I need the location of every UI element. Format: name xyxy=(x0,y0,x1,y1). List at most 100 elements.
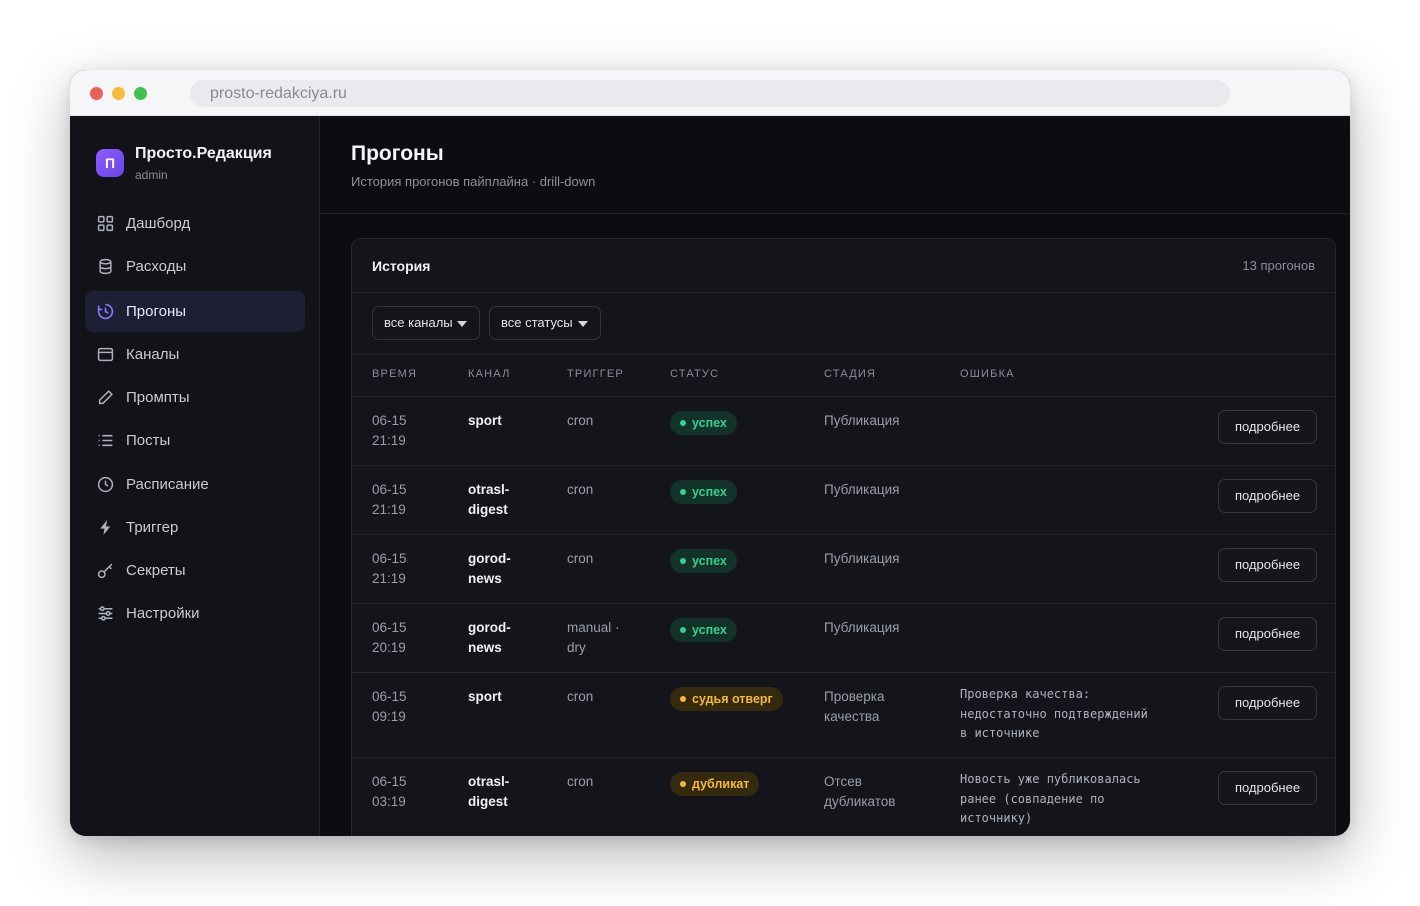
channel-cell: sport xyxy=(468,413,502,428)
trigger-cell: cron xyxy=(567,774,594,789)
page-header: Прогоны История прогонов пайплайна · dri… xyxy=(320,116,1350,214)
channel-filter-select[interactable]: все каналы xyxy=(372,306,480,340)
details-button[interactable]: подробнее xyxy=(1218,617,1317,651)
table-row[interactable]: 06-15 21:19 gorod-news cron успех Публика… xyxy=(352,534,1335,603)
sidebar-item-label: Посты xyxy=(126,432,171,449)
table-row[interactable]: 06-15 20:19 gorod-news manual · dry успех … xyxy=(352,603,1335,672)
chevron-down-icon xyxy=(457,321,467,327)
minimize-window-button[interactable] xyxy=(112,87,125,100)
table-row[interactable]: 06-15 09:19 sport cron судья отверг Прове… xyxy=(352,672,1335,757)
column-header-status[interactable]: СТАТУС xyxy=(670,368,719,380)
time-cell: 06-15 21:19 xyxy=(372,482,407,517)
sidebar-item-label: Дашборд xyxy=(126,215,191,232)
maximize-window-button[interactable] xyxy=(134,87,147,100)
page-title: Прогоны xyxy=(351,142,444,165)
stage-cell: Проверка качества xyxy=(824,689,885,724)
sidebar-item-posts[interactable]: Посты xyxy=(85,420,305,461)
pencil-icon xyxy=(98,390,113,405)
clock-icon xyxy=(97,476,114,493)
window-icon xyxy=(97,347,114,362)
column-header-time[interactable]: ВРЕМЯ xyxy=(372,368,417,380)
sliders-icon xyxy=(98,606,113,621)
main-content: Прогоны История прогонов пайплайна · dri… xyxy=(320,116,1350,836)
sidebar-item-label: Триггер xyxy=(126,519,179,536)
details-button[interactable]: подробнее xyxy=(1218,771,1317,805)
time-cell: 06-15 21:19 xyxy=(372,413,407,448)
stage-cell: Отсев дубликатов xyxy=(824,774,896,809)
history-card: История 13 прогонов все каналы все стату… xyxy=(351,238,1336,836)
time-cell: 06-15 03:19 xyxy=(372,774,407,809)
details-button[interactable]: подробнее xyxy=(1218,548,1317,582)
chevron-down-icon xyxy=(578,321,588,327)
trigger-cell: manual · dry xyxy=(567,620,620,655)
channel-cell: otrasl-digest xyxy=(468,774,510,809)
channel-cell: gorod-news xyxy=(468,551,511,586)
sidebar: П Просто.Редакция admin Дашборд Расходы … xyxy=(70,116,320,836)
sidebar-item-label: Прогоны xyxy=(126,303,187,320)
grid-icon xyxy=(97,215,114,232)
details-button[interactable]: подробнее xyxy=(1218,686,1317,720)
database-icon xyxy=(99,258,112,275)
status-badge: успех xyxy=(670,480,737,504)
channel-cell: otrasl-digest xyxy=(468,482,510,517)
trigger-cell: cron xyxy=(567,689,594,704)
sidebar-item-schedule[interactable]: Расписание xyxy=(85,464,305,505)
sidebar-item-channels[interactable]: Каналы xyxy=(85,334,305,375)
sidebar-item-expenses[interactable]: Расходы xyxy=(85,246,305,287)
status-badge: судья отверг xyxy=(670,687,783,711)
channel-cell: gorod-news xyxy=(468,620,511,655)
sidebar-item-settings[interactable]: Настройки xyxy=(85,593,305,634)
lightning-icon xyxy=(100,520,111,535)
status-badge: успех xyxy=(670,549,737,573)
time-cell: 06-15 21:19 xyxy=(372,551,407,586)
close-window-button[interactable] xyxy=(90,87,103,100)
divider xyxy=(352,354,1335,355)
brand-role: admin xyxy=(135,168,168,182)
runs-count: 13 прогонов xyxy=(1242,258,1315,273)
divider xyxy=(352,292,1335,293)
table-row[interactable]: 06-15 21:19 otrasl-digest cron успех Публ… xyxy=(352,465,1335,534)
stage-cell: Публикация xyxy=(824,620,900,635)
sidebar-item-label: Промпты xyxy=(126,389,190,406)
details-button[interactable]: подробнее xyxy=(1218,410,1317,444)
trigger-cell: cron xyxy=(567,482,594,497)
card-title: История xyxy=(372,258,431,274)
brand-name: Просто.Редакция xyxy=(135,145,272,162)
channel-cell: sport xyxy=(468,689,502,704)
sidebar-item-prompts[interactable]: Промпты xyxy=(85,377,305,418)
key-icon xyxy=(97,563,113,579)
history-icon xyxy=(97,303,114,320)
sidebar-item-label: Расписание xyxy=(126,476,209,493)
table-row[interactable]: 06-15 03:19 otrasl-digest cron дубликат О… xyxy=(352,757,1335,836)
details-button[interactable]: подробнее xyxy=(1218,479,1317,513)
sidebar-item-secrets[interactable]: Секреты xyxy=(85,550,305,591)
trigger-cell: cron xyxy=(567,413,594,428)
address-bar[interactable]: prosto-redakciya.ru xyxy=(190,80,1230,107)
browser-titlebar: prosto-redakciya.ru xyxy=(70,70,1350,116)
sidebar-item-label: Настройки xyxy=(126,605,200,622)
sidebar-item-dashboard[interactable]: Дашборд xyxy=(85,203,305,244)
status-badge: успех xyxy=(670,411,737,435)
time-cell: 06-15 09:19 xyxy=(372,689,407,724)
stage-cell: Публикация xyxy=(824,551,900,566)
table-row[interactable]: 06-15 21:19 sport cron успех Публикация п… xyxy=(352,396,1335,465)
column-header-error[interactable]: ОШИБКА xyxy=(960,368,1015,380)
column-header-channel[interactable]: КАНАЛ xyxy=(468,368,511,380)
time-cell: 06-15 20:19 xyxy=(372,620,407,655)
channel-filter-value: все каналы xyxy=(384,315,453,330)
stage-cell: Публикация xyxy=(824,482,900,497)
brand-logo: П xyxy=(96,149,124,177)
sidebar-item-runs[interactable]: Прогоны xyxy=(85,291,305,332)
error-cell: Проверка качества: недостаточно подтвержд… xyxy=(960,687,1148,740)
sidebar-item-label: Секреты xyxy=(126,562,186,579)
column-header-stage[interactable]: СТАДИЯ xyxy=(824,368,876,380)
status-filter-select[interactable]: все статусы xyxy=(489,306,601,340)
sidebar-item-trigger[interactable]: Триггер xyxy=(85,507,305,548)
error-cell: Новость уже публиковалась ранее (совпаден… xyxy=(960,772,1141,825)
column-header-trigger[interactable]: ТРИГГЕР xyxy=(567,368,624,380)
status-badge: дубликат xyxy=(670,772,760,796)
sidebar-item-label: Каналы xyxy=(126,346,180,363)
trigger-cell: cron xyxy=(567,551,594,566)
sidebar-item-label: Расходы xyxy=(126,258,187,275)
stage-cell: Публикация xyxy=(824,413,900,428)
